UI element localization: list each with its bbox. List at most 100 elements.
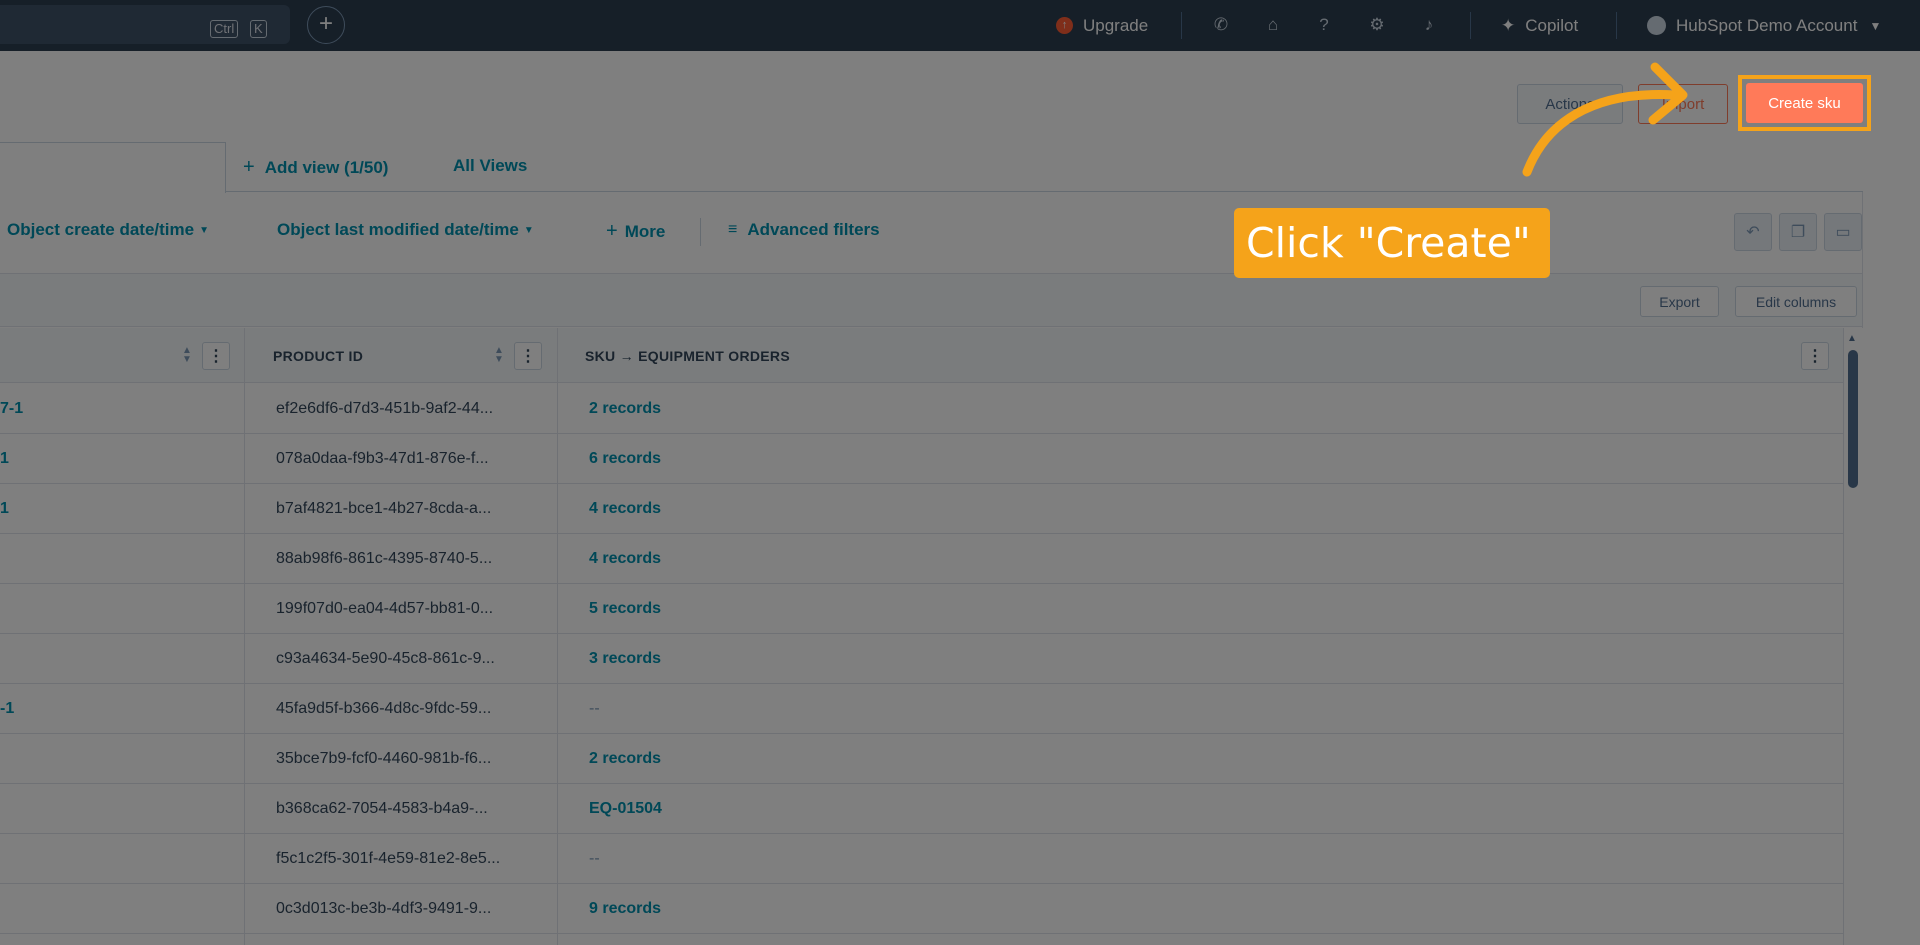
product-id-cell: b7af4821-bce1-4b27-8cda-a... <box>276 500 492 517</box>
table-row[interactable]: 0c3d013c-be3b-4df3-9491-9... 9 records <box>0 884 1843 934</box>
column-menu-button[interactable]: ⋮ <box>202 342 230 370</box>
product-id-cell: 35bce7b9-fcf0-4460-981b-f6... <box>276 750 492 767</box>
all-views-label: All Views <box>453 156 528 175</box>
settings-gear-icon[interactable]: ⚙ <box>1367 15 1387 35</box>
table-row[interactable]: f5c1c2f5-301f-4e59-81e2-8e5... -- <box>0 834 1843 884</box>
equipment-orders-header-label: SKU → EQUIPMENT ORDERS <box>585 347 790 364</box>
column-divider <box>244 328 245 945</box>
equipment-orders-link[interactable]: 3 records <box>589 634 989 684</box>
sort-icon[interactable]: ▲ ▼ <box>494 346 504 365</box>
table-row[interactable]: 7-1 ef2e6df6-d7d3-451b-9af2-44... 2 record… <box>0 384 1843 434</box>
equipment-orders-link[interactable]: 9 records <box>589 884 989 934</box>
create-sku-label: Create sku <box>1768 94 1841 112</box>
global-search-input[interactable]: Ctrl K <box>0 5 290 44</box>
sku-name-link[interactable] <box>0 834 60 884</box>
nav-divider <box>1616 12 1617 39</box>
equipment-orders-link: -- <box>589 700 600 717</box>
product-id-cell: 45fa9d5f-b366-4d8c-9fdc-59... <box>276 700 492 717</box>
sku-name-link[interactable] <box>0 584 60 634</box>
shortcut-key-k: K <box>250 20 267 38</box>
equipment-orders-link[interactable]: 4 records <box>589 484 989 534</box>
chevron-down-icon: ▼ <box>1869 18 1882 33</box>
sku-name-link[interactable] <box>0 784 60 834</box>
help-icon[interactable]: ? <box>1314 15 1334 35</box>
add-view-button[interactable]: + Add view (1/50) <box>243 156 388 179</box>
product-id-header-label: PRODUCT ID <box>273 347 364 364</box>
table-toolbar: Export Edit columns <box>0 273 1863 327</box>
product-id-cell: c93a4634-5e90-45c8-861c-9... <box>276 650 495 667</box>
scrollbar-thumb[interactable] <box>1848 350 1858 488</box>
copilot-button[interactable]: ✦ Copilot <box>1501 0 1578 51</box>
edit-columns-button[interactable]: Edit columns <box>1735 286 1857 317</box>
plus-icon: + <box>606 220 618 242</box>
notifications-bell-icon[interactable]: ♪ <box>1419 15 1439 35</box>
sku-name-link[interactable]: 1 <box>0 434 60 484</box>
edit-columns-label: Edit columns <box>1755 293 1837 310</box>
all-views-link[interactable]: All Views <box>453 156 527 176</box>
table-row[interactable]: b368ca62-7054-4583-b4a9-... EQ-01504 <box>0 784 1843 834</box>
column-header-product-id[interactable]: PRODUCT ID <box>273 328 363 383</box>
table-row[interactable]: 88ab98f6-861c-4395-8740-5... 4 records <box>0 534 1843 584</box>
nav-divider <box>1470 12 1471 39</box>
advanced-filters-button[interactable]: ≡ Advanced filters <box>728 220 880 240</box>
sort-icon[interactable]: ▲ ▼ <box>182 346 192 365</box>
column-header-equipment-orders[interactable]: SKU → EQUIPMENT ORDERS <box>585 328 790 383</box>
undo-icon[interactable]: ↶ <box>1734 213 1772 251</box>
phone-icon[interactable]: ✆ <box>1211 15 1231 35</box>
account-menu[interactable]: HubSpot Demo Account ▼ <box>1647 0 1881 51</box>
filter-create-date[interactable]: Object create date/time ▼ <box>7 220 209 240</box>
export-button[interactable]: Export <box>1640 286 1719 317</box>
equipment-orders-link[interactable]: EQ-01504 <box>589 784 989 834</box>
sku-name-link[interactable] <box>0 534 60 584</box>
sku-name-link[interactable]: -1 <box>0 684 60 734</box>
equipment-orders-link[interactable]: 6 records <box>589 434 989 484</box>
filter-modified-date[interactable]: Object last modified date/time ▼ <box>277 220 534 240</box>
tab-current-view[interactable] <box>0 142 226 193</box>
marketplace-icon[interactable]: ⌂ <box>1263 15 1283 35</box>
nav-divider <box>1181 12 1182 39</box>
product-id-cell: b368ca62-7054-4583-b4a9-... <box>276 800 488 817</box>
equipment-orders-link[interactable]: 2 records <box>589 734 989 784</box>
sparkle-icon: ✦ <box>1501 15 1516 35</box>
table-row[interactable]: 35bce7b9-fcf0-4460-981b-f6... 2 records <box>0 734 1843 784</box>
shortcut-key-ctrl: Ctrl <box>210 20 239 38</box>
product-id-cell: 0c3d013c-be3b-4df3-9491-9... <box>276 900 492 917</box>
tutorial-callout: Click "Create" <box>1234 208 1550 278</box>
caret-down-icon: ▼ <box>523 224 534 236</box>
product-id-cell: 199f07d0-ea04-4d57-bb81-0... <box>276 600 494 617</box>
copy-icon[interactable]: ❐ <box>1779 213 1817 251</box>
scroll-up-arrow-icon[interactable]: ▲ <box>1847 333 1857 344</box>
create-sku-button[interactable]: Create sku <box>1746 83 1863 123</box>
upgrade-button[interactable]: ↑ Upgrade <box>1056 0 1148 51</box>
column-menu-button[interactable]: ⋮ <box>514 342 542 370</box>
quick-create-button[interactable]: + <box>307 6 345 44</box>
product-id-cell: 078a0daa-f9b3-47d1-876e-f... <box>276 450 489 467</box>
table-header: ▲ ▼ ⋮ PRODUCT ID ▲ ▼ ⋮ SKU → EQUIPMENT ORD… <box>0 328 1843 383</box>
column-divider <box>557 328 558 945</box>
sku-name-link[interactable] <box>0 634 60 684</box>
top-navigation-bar: Ctrl K + ↑ Upgrade ✆ ⌂ ? ⚙ ♪ ✦ Copilot H… <box>0 0 1920 51</box>
equipment-orders-link[interactable]: 5 records <box>589 584 989 634</box>
table-row[interactable]: 1 078a0daa-f9b3-47d1-876e-f... 6 records <box>0 434 1843 484</box>
upgrade-label: Upgrade <box>1083 15 1149 35</box>
filter-divider <box>700 218 701 246</box>
equipment-orders-link[interactable]: 4 records <box>589 534 989 584</box>
table-row[interactable]: c93a4634-5e90-45c8-861c-9... 3 records <box>0 634 1843 684</box>
caret-down-icon: ▼ <box>199 224 209 236</box>
column-menu-button[interactable]: ⋮ <box>1801 342 1829 370</box>
sku-name-link[interactable] <box>0 734 60 784</box>
more-filters-button[interactable]: + More <box>606 220 665 243</box>
tutorial-arrow-icon <box>1522 62 1688 177</box>
sku-name-link[interactable] <box>0 884 60 934</box>
table-row[interactable]: 199f07d0-ea04-4d57-bb81-0... 5 records <box>0 584 1843 634</box>
filter-create-date-label: Object create date/time <box>7 220 195 239</box>
sku-name-link[interactable]: 1 <box>0 484 60 534</box>
sku-name-link[interactable]: 7-1 <box>0 384 60 434</box>
advanced-filters-label: Advanced filters <box>747 220 880 239</box>
equipment-orders-link[interactable]: 2 records <box>589 384 989 434</box>
table-row[interactable]: 1 b7af4821-bce1-4b27-8cda-a... 4 records <box>0 484 1843 534</box>
table-row[interactable]: -1 45fa9d5f-b366-4d8c-9fdc-59... -- <box>0 684 1843 734</box>
upgrade-icon: ↑ <box>1056 17 1073 34</box>
save-icon[interactable]: ▭ <box>1824 213 1862 251</box>
plus-icon: + <box>243 156 255 178</box>
